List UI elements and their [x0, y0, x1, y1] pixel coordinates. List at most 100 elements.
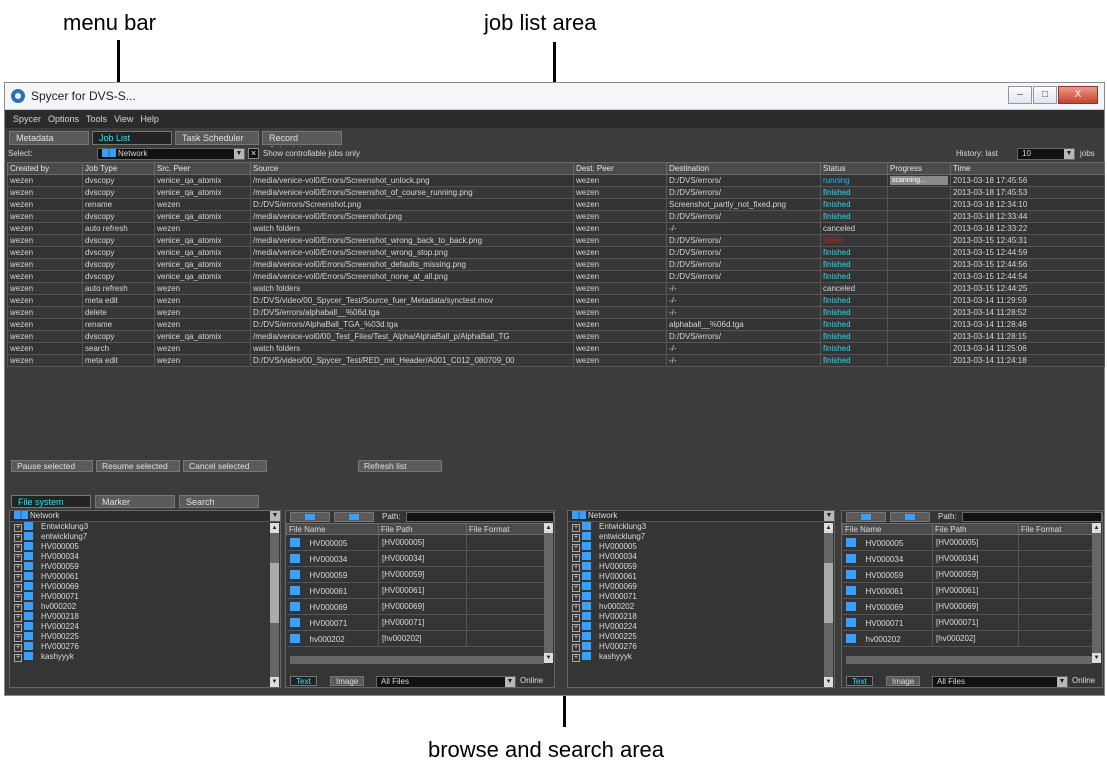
table-row[interactable]: wezen auto refresh wezen watch folders wezen…: [7, 222, 1105, 235]
expand-icon[interactable]: +: [572, 594, 580, 602]
table-row[interactable]: wezen dvscopy venice_qa_atomix/media/venic…: [7, 246, 1105, 259]
menu-options[interactable]: Options: [48, 110, 79, 128]
column-header[interactable]: Destination: [666, 162, 821, 175]
table-row[interactable]: wezen dvscopy venice_qa_atomix/media/venic…: [7, 210, 1105, 223]
scroll-thumb[interactable]: [270, 563, 279, 623]
tree-node[interactable]: + HV000225: [10, 632, 280, 642]
expand-icon[interactable]: +: [14, 554, 22, 562]
tree-scrollbar[interactable]: ▲ ▼: [824, 523, 833, 687]
menu-tools[interactable]: Tools: [86, 110, 107, 128]
column-header[interactable]: Time: [950, 162, 1105, 175]
expand-icon[interactable]: +: [14, 594, 22, 602]
close-button[interactable]: X: [1058, 86, 1098, 104]
tree-node[interactable]: + HV000071: [10, 592, 280, 602]
tree-node[interactable]: + HV000059: [10, 562, 280, 572]
tree-node[interactable]: + HV000218: [568, 612, 834, 622]
open-folder-button[interactable]: [334, 512, 374, 522]
expand-icon[interactable]: +: [14, 584, 22, 592]
table-row[interactable]: wezen rename wezen D:/DVS/errors/Screenshot…: [7, 198, 1105, 211]
table-row[interactable]: wezen rename wezen D:/DVS/errors/AlphaBall_…: [7, 318, 1105, 331]
minimize-button[interactable]: –: [1008, 86, 1032, 104]
menu-view[interactable]: View: [114, 110, 133, 128]
table-row[interactable]: wezen dvscopy venice_qa_atomix/media/venic…: [7, 234, 1105, 247]
scroll-down-icon[interactable]: ▼: [544, 653, 553, 663]
tree-node[interactable]: + HV000224: [10, 622, 280, 632]
expand-icon[interactable]: +: [14, 574, 22, 582]
tree-root-left[interactable]: Network ▼: [10, 511, 280, 522]
path-input[interactable]: [406, 512, 554, 522]
network-select[interactable]: Network ▼: [97, 148, 245, 160]
file-column-header[interactable]: File Name: [286, 523, 379, 535]
file-row[interactable]: HV000034 [HV000034]: [286, 550, 545, 567]
expand-icon[interactable]: +: [572, 644, 580, 652]
menu-spycer[interactable]: Spycer: [13, 110, 41, 128]
table-row[interactable]: wezen dvscopy venice_qa_atomix/media/venic…: [7, 270, 1105, 283]
tree-node[interactable]: + HV000061: [568, 572, 834, 582]
expand-icon[interactable]: +: [572, 604, 580, 612]
resume-selected-button[interactable]: Resume selected: [96, 460, 180, 472]
tree-node[interactable]: + hv000202: [10, 602, 280, 612]
expand-icon[interactable]: +: [572, 524, 580, 532]
expand-icon[interactable]: +: [572, 584, 580, 592]
expand-icon[interactable]: +: [572, 624, 580, 632]
tree-node[interactable]: + HV000061: [10, 572, 280, 582]
expand-icon[interactable]: +: [14, 524, 22, 532]
image-view-tab[interactable]: Image: [330, 676, 365, 686]
expand-icon[interactable]: +: [14, 564, 22, 572]
file-row[interactable]: HV000069 [HV000069]: [842, 598, 1093, 615]
file-column-header[interactable]: File Name: [842, 523, 933, 535]
column-header[interactable]: Status: [820, 162, 888, 175]
table-row[interactable]: wezen search wezen watch folders wezen -/- fin…: [7, 342, 1105, 355]
tab-metadata[interactable]: Metadata: [9, 131, 89, 145]
file-hscrollbar[interactable]: [846, 656, 1092, 664]
expand-icon[interactable]: +: [14, 614, 22, 622]
tree-node[interactable]: + Entwicklung3: [568, 522, 834, 532]
history-select[interactable]: 10 ▼: [1017, 148, 1075, 160]
tree-root-right[interactable]: Network ▼: [568, 511, 834, 522]
tree-node[interactable]: + kashyyyk: [10, 652, 280, 662]
maximize-button[interactable]: □: [1033, 86, 1057, 104]
file-row[interactable]: hv000202 [hv000202]: [286, 630, 545, 647]
tree-node[interactable]: + HV000034: [568, 552, 834, 562]
path-input[interactable]: [962, 512, 1102, 522]
file-row[interactable]: HV000061 [HV000061]: [286, 582, 545, 599]
tree-node[interactable]: + entwicklung7: [568, 532, 834, 542]
expand-icon[interactable]: +: [14, 644, 22, 652]
expand-icon[interactable]: +: [572, 634, 580, 642]
tree-node[interactable]: + HV000276: [568, 642, 834, 652]
tree-node[interactable]: + HV000005: [568, 542, 834, 552]
tab-search[interactable]: Search: [179, 495, 259, 508]
file-vscrollbar[interactable]: ▲ ▼: [544, 523, 553, 663]
expand-icon[interactable]: +: [572, 554, 580, 562]
pause-selected-button[interactable]: Pause selected: [11, 460, 93, 472]
file-row[interactable]: HV000005 [HV000005]: [286, 534, 545, 551]
expand-icon[interactable]: +: [14, 634, 22, 642]
scroll-up-icon[interactable]: ▲: [1092, 523, 1101, 533]
file-row[interactable]: HV000059 [HV000059]: [286, 566, 545, 583]
tab-marker[interactable]: Marker: [95, 495, 175, 508]
tab-file-system[interactable]: File system: [11, 495, 91, 508]
tree-node[interactable]: + HV000069: [10, 582, 280, 592]
table-row[interactable]: wezen dvscopy venice_qa_atomix/media/venic…: [7, 330, 1105, 343]
table-row[interactable]: wezen dvscopy venice_qa_atomix/media/venic…: [7, 174, 1105, 187]
tree-node[interactable]: + HV000071: [568, 592, 834, 602]
scroll-down-icon[interactable]: ▼: [824, 677, 833, 687]
table-row[interactable]: wezen auto refresh wezen watch folders wezen…: [7, 282, 1105, 295]
column-header[interactable]: Source: [250, 162, 574, 175]
expand-icon[interactable]: +: [14, 544, 22, 552]
add-folder-button[interactable]: [846, 512, 886, 522]
file-filter-select[interactable]: All Files ▼: [376, 676, 516, 688]
table-row[interactable]: wezen delete wezen D:/DVS/errors/alphaball_…: [7, 306, 1105, 319]
expand-icon[interactable]: +: [14, 534, 22, 542]
scroll-thumb[interactable]: [824, 563, 833, 623]
add-folder-button[interactable]: [290, 512, 330, 522]
menu-help[interactable]: Help: [140, 110, 159, 128]
column-header[interactable]: Job Type: [82, 162, 155, 175]
file-hscrollbar[interactable]: [290, 656, 544, 664]
scroll-down-icon[interactable]: ▼: [1092, 653, 1101, 663]
text-view-tab[interactable]: Text: [846, 676, 873, 686]
column-header[interactable]: Src. Peer: [154, 162, 251, 175]
expand-icon[interactable]: +: [572, 564, 580, 572]
column-header[interactable]: Progress: [887, 162, 951, 175]
table-row[interactable]: wezen meta edit wezen D:/DVS/video/00_Spyce…: [7, 294, 1105, 307]
